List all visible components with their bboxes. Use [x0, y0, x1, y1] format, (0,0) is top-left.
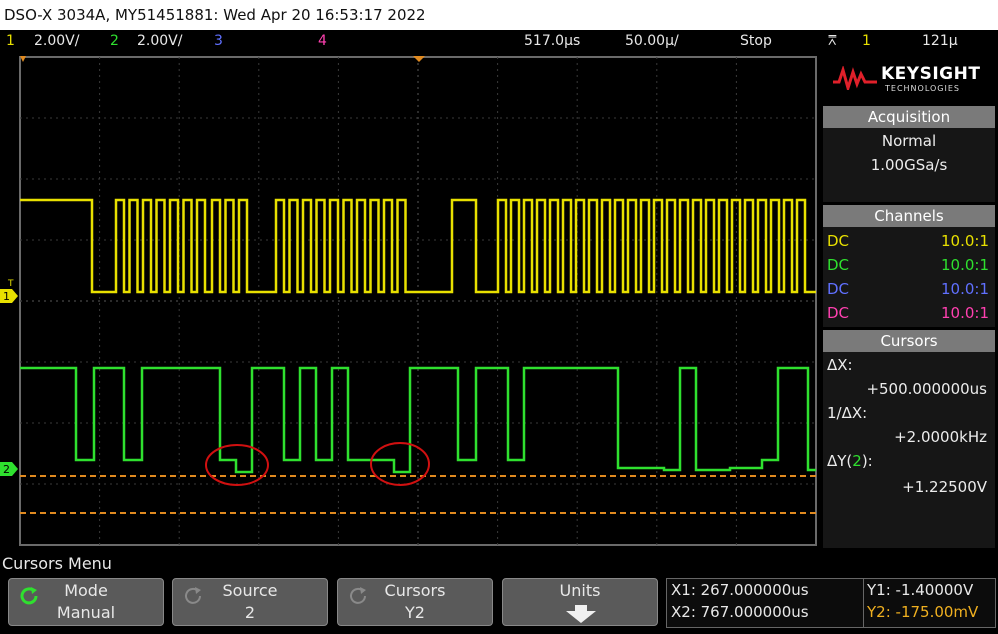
right-info-panel: KEYSIGHT TECHNOLOGIES Acquisition Normal…	[823, 52, 998, 550]
trigger-level-marker: T	[7, 279, 14, 289]
channel-row-1: DC 10.0:1	[827, 229, 991, 253]
ch1-number[interactable]: 1	[6, 30, 15, 52]
softkey-label: Units	[559, 581, 601, 600]
inverse-delta-x-label: 1/ΔX:	[827, 404, 868, 422]
cursors-header: Cursors	[823, 330, 995, 352]
probe-ratio: 10.0:1	[941, 256, 989, 274]
delta-x-value: +500.000000us	[866, 380, 987, 398]
softkey-value: Y2	[405, 603, 425, 622]
x2-readout: X2: 767.000000us	[671, 603, 809, 621]
ch2-scale[interactable]: 2.00V/	[137, 30, 182, 52]
trigger-edge-icon: ⩞	[828, 33, 837, 49]
coupling: DC	[827, 256, 850, 274]
units-softkey[interactable]: Units	[502, 578, 658, 626]
keysight-logo: KEYSIGHT TECHNOLOGIES	[823, 54, 995, 104]
coupling: DC	[827, 232, 850, 250]
ch1-ground-marker: 1 T	[0, 279, 18, 303]
brand-subtitle: TECHNOLOGIES	[885, 84, 960, 93]
ch4-number[interactable]: 4	[318, 30, 327, 52]
source-softkey[interactable]: Source 2	[172, 578, 328, 626]
ch2-marker-label: 2	[3, 463, 10, 476]
delta-x-label: ΔX:	[827, 356, 853, 374]
mode-softkey[interactable]: Mode Manual	[8, 578, 164, 626]
waveform-graticule: 1 T 2	[0, 56, 817, 546]
softkey-label: Cursors	[384, 581, 446, 600]
ch2-number[interactable]: 2	[110, 30, 119, 52]
delta-y-value: +1.22500V	[902, 478, 987, 496]
sample-rate: 1.00GSa/s	[870, 156, 948, 174]
channel-row-2: DC 10.0:1	[827, 253, 991, 277]
trigger-source[interactable]: 1	[862, 30, 871, 52]
probe-ratio: 10.0:1	[941, 232, 989, 250]
run-state[interactable]: Stop	[740, 30, 772, 52]
keysight-wave-icon	[833, 66, 877, 90]
acquisition-header: Acquisition	[823, 106, 995, 128]
cursors-body: ΔX: +500.000000us 1/ΔX: +2.0000kHz ΔY(2)…	[823, 352, 995, 548]
ch1-scale[interactable]: 2.00V/	[34, 30, 79, 52]
submenu-arrow-down-icon	[566, 605, 596, 623]
channel-row-4: DC 10.0:1	[827, 301, 991, 325]
channels-body: DC 10.0:1 DC 10.0:1 DC 10.0:1 DC 10.0:1	[823, 227, 995, 327]
acquisition-body: Normal 1.00GSa/s	[823, 128, 995, 202]
brand-name: KEYSIGHT	[881, 64, 981, 84]
delta-y-label: ΔY(2):	[827, 452, 873, 470]
softkey-value: Manual	[56, 603, 116, 622]
probe-ratio: 10.0:1	[941, 280, 989, 298]
x1-readout: X1: 267.000000us	[671, 581, 809, 599]
y1-readout: Y1: -1.40000V	[867, 581, 974, 599]
probe-ratio: 10.0:1	[941, 304, 989, 322]
channel-row-3: DC 10.0:1	[827, 277, 991, 301]
inverse-delta-x-value: +2.0000kHz	[894, 428, 987, 446]
menu-title: Cursors Menu	[2, 554, 112, 573]
trigger-level[interactable]: 121µ	[922, 30, 958, 52]
status-bar: 1 2.00V/ 2 2.00V/ 3 4 517.0µs 50.00µ/ St…	[0, 30, 998, 52]
softkey-label: Source	[222, 581, 278, 600]
ch1-marker-label: 1	[3, 290, 10, 303]
cursors-softkey[interactable]: Cursors Y2	[337, 578, 493, 626]
window-title: DSO-X 3034A, MY51451881: Wed Apr 20 16:5…	[0, 0, 998, 30]
acquisition-mode: Normal	[881, 132, 937, 150]
timebase-delay[interactable]: 517.0µs	[524, 30, 580, 52]
y2-readout: Y2: -175.00mV	[867, 603, 979, 621]
coupling: DC	[827, 280, 850, 298]
coupling: DC	[827, 304, 850, 322]
timebase-scale[interactable]: 50.00µ/	[625, 30, 679, 52]
channels-header: Channels	[823, 205, 995, 227]
softkey-label: Mode	[64, 581, 108, 600]
softkey-value: 2	[244, 603, 256, 622]
cursor-readout: X1: 267.000000us X2: 767.000000us Y1: -1…	[666, 578, 996, 628]
ch2-ground-marker: 2	[0, 462, 18, 476]
waveform-display[interactable]: 1 T 2	[0, 52, 820, 550]
ch3-number[interactable]: 3	[214, 30, 223, 52]
